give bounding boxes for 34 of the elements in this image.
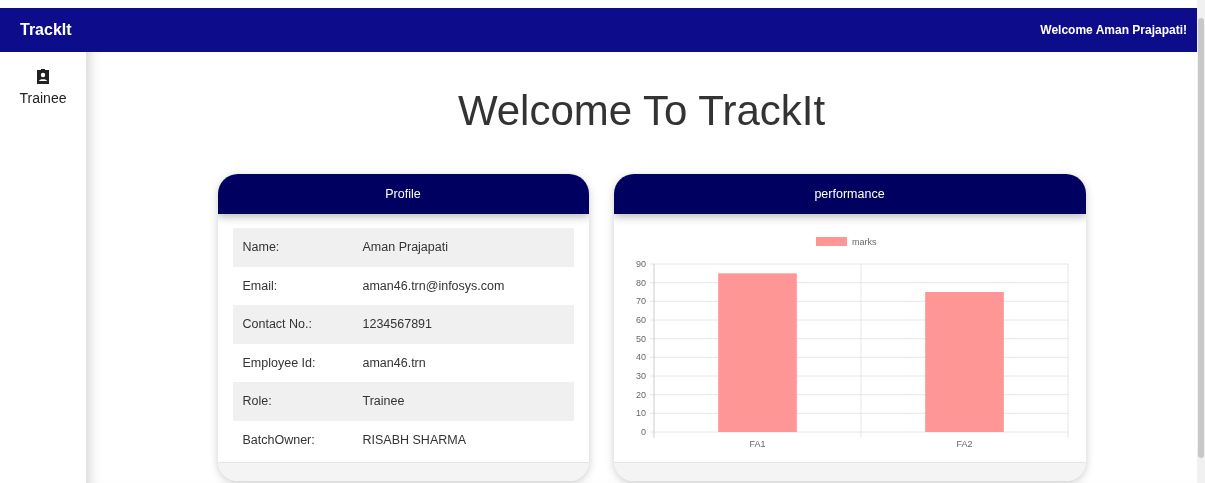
card-header: performance [613, 174, 1086, 214]
y-tick-label: 50 [635, 333, 646, 344]
field-label: Name: [242, 240, 281, 255]
field-value: RISABH SHARMA [362, 432, 466, 447]
field-label: Employee Id: [242, 355, 317, 370]
field-value: Aman Prajapati [362, 240, 448, 255]
legend-label: marks [851, 237, 876, 247]
y-tick-label: 10 [635, 408, 646, 419]
x-tick-label: FA1 [749, 439, 765, 449]
y-tick-label: 30 [635, 371, 646, 381]
y-tick-label: 40 [635, 352, 646, 363]
field-value: aman46.trn@infosys.com [362, 278, 505, 293]
page-heading: Welcome To TrackIt [457, 86, 826, 136]
legend-swatch [815, 237, 847, 246]
y-tick-label: 0 [640, 427, 646, 437]
sidebar-item[interactable]: Trainee [19, 68, 67, 106]
welcome-text: Welcome Aman Prajapati! [1040, 23, 1187, 37]
y-tick-label: 60 [635, 315, 646, 325]
y-tick-label: 20 [635, 389, 646, 400]
field-label: Contact No.: [242, 317, 313, 332]
field-value: Trainee [362, 394, 405, 409]
field-label: Role: [242, 394, 273, 409]
field-label: Email: [242, 278, 279, 293]
app-title: TrackIt [20, 21, 72, 39]
y-tick-label: 70 [635, 296, 646, 307]
card-header: Profile [217, 174, 589, 214]
badge-icon [36, 68, 50, 84]
field-label: BatchOwner: [242, 432, 316, 447]
x-tick-label: FA2 [956, 439, 972, 449]
field-value: 1234567891 [362, 317, 433, 332]
scrollbar[interactable] [1197, 0, 1205, 483]
y-tick-label: 80 [635, 277, 646, 288]
y-tick-label: 90 [635, 259, 646, 269]
field-value: aman46.trn [362, 355, 426, 370]
